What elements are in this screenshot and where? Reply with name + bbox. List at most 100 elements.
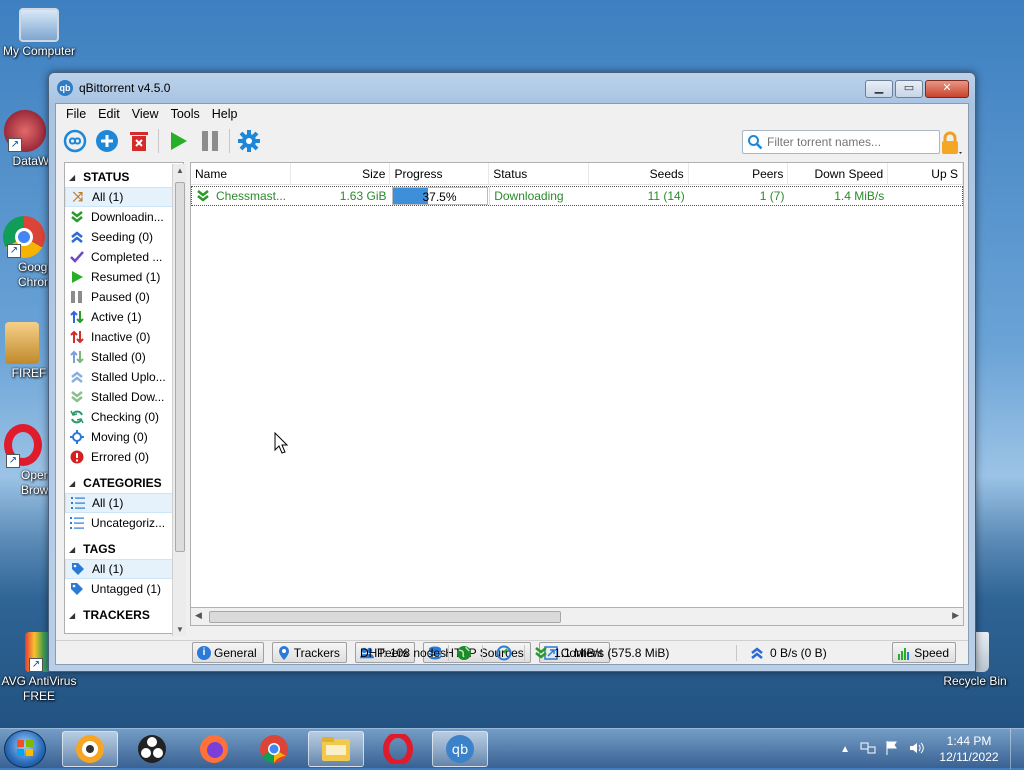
- menu-tools[interactable]: Tools: [165, 107, 206, 121]
- taskbar-app-opera[interactable]: [370, 731, 426, 767]
- tag-filter-all[interactable]: All (1): [65, 559, 183, 579]
- desktop-icon-firefox[interactable]: FIREF: [0, 322, 54, 381]
- filter-sidebar: ◢ STATUS ⤨ All (1) Downloadin... Seeding (…: [64, 162, 184, 634]
- desktop-icon-chrome[interactable]: ↗ Goog Chron: [0, 216, 54, 290]
- torrent-name: Chessmast...: [216, 189, 287, 203]
- status-filter-checking[interactable]: Checking (0): [65, 407, 183, 427]
- show-desktop-button[interactable]: [1010, 729, 1024, 769]
- scroll-right-arrow-icon[interactable]: ▶: [952, 610, 959, 621]
- start-button[interactable]: [4, 730, 46, 768]
- network-icon[interactable]: [860, 740, 876, 759]
- download-speed-text: 1.1 MiB/s (575.8 MiB): [554, 646, 670, 660]
- column-seeds[interactable]: Seeds: [589, 163, 689, 184]
- column-down-speed[interactable]: Down Speed: [788, 163, 889, 184]
- status-separator: [448, 645, 449, 661]
- datawatch-icon: ↗: [4, 110, 46, 152]
- status-filter-inactive[interactable]: Inactive (0): [65, 327, 183, 347]
- taskbar-app-aptoide[interactable]: [62, 731, 118, 767]
- volume-icon[interactable]: [908, 740, 924, 759]
- status-filter-label: Paused (0): [91, 290, 150, 304]
- menu-edit[interactable]: Edit: [92, 107, 126, 121]
- status-filter-seeding[interactable]: Seeding (0): [65, 227, 183, 247]
- status-filter-moving[interactable]: Moving (0): [65, 427, 183, 447]
- table-row[interactable]: Chessmast... 1.63 GiB 37.5% Downloading …: [191, 186, 963, 206]
- taskbar-app-firefox[interactable]: [186, 731, 242, 767]
- delete-torrent-button[interactable]: [126, 128, 152, 154]
- taskbar-app-explorer[interactable]: [308, 731, 364, 767]
- action-center-flag-icon[interactable]: [884, 740, 900, 759]
- tag-filter-untagged[interactable]: Untagged (1): [65, 579, 183, 599]
- connection-status-button[interactable]: [456, 645, 472, 661]
- menu-view[interactable]: View: [126, 107, 165, 121]
- menu-help[interactable]: Help: [206, 107, 244, 121]
- column-up-speed[interactable]: Up S: [888, 163, 963, 184]
- table-header: Name Size Progress Status Seeds Peers Do…: [191, 163, 963, 185]
- minimize-button[interactable]: ▁: [865, 80, 893, 98]
- opera-icon: ↗: [4, 424, 42, 468]
- tags-section-header[interactable]: ◢ TAGS: [65, 539, 183, 559]
- progress-text: 37.5%: [422, 190, 457, 204]
- shortcut-arrow-icon: ↗: [8, 138, 22, 152]
- add-torrent-link-button[interactable]: [62, 128, 88, 154]
- horizontal-scrollbar-thumb[interactable]: [209, 611, 561, 623]
- taskbar-app-obs[interactable]: [124, 731, 180, 767]
- torrent-name-cell: Chessmast...: [192, 187, 291, 205]
- category-filter-uncategorized[interactable]: Uncategoriz...: [65, 513, 183, 533]
- trackers-section-header[interactable]: ◢ TRACKERS: [65, 605, 183, 625]
- status-filter-label: Checking (0): [91, 410, 160, 424]
- status-filter-stalled[interactable]: Stalled (0): [65, 347, 183, 367]
- sidebar-scrollbar-thumb[interactable]: [175, 182, 185, 552]
- status-filter-label: All (1): [92, 190, 124, 204]
- category-filter-all[interactable]: All (1): [65, 493, 183, 513]
- speedometer-icon: [496, 645, 512, 661]
- status-filter-stalled-downloading[interactable]: Stalled Dow...: [65, 387, 183, 407]
- status-filter-paused[interactable]: Paused (0): [65, 287, 183, 307]
- options-button[interactable]: [236, 128, 262, 154]
- column-status[interactable]: Status: [489, 163, 589, 184]
- desktop-icon-my-computer[interactable]: My Computer: [0, 8, 78, 59]
- resumed-icon: [69, 269, 85, 285]
- lock-button[interactable]: [938, 130, 964, 159]
- column-name[interactable]: Name: [191, 163, 291, 184]
- column-peers[interactable]: Peers: [689, 163, 789, 184]
- status-filter-completed[interactable]: Completed ...: [65, 247, 183, 267]
- menu-file[interactable]: File: [60, 107, 92, 121]
- clock-time: 1:44 PM: [946, 734, 992, 748]
- aptoide-icon: [76, 735, 104, 763]
- status-filter-resumed[interactable]: Resumed (1): [65, 267, 183, 287]
- column-size[interactable]: Size: [291, 163, 391, 184]
- list-icon: [70, 495, 86, 511]
- mouse-cursor-icon: [274, 432, 288, 454]
- title-bar[interactable]: qb qBittorrent v4.5.0 ▁ ▭ ✕: [49, 73, 975, 103]
- status-section-header[interactable]: ◢ STATUS: [65, 167, 183, 187]
- add-torrent-file-button[interactable]: [94, 128, 120, 154]
- status-filter-active[interactable]: Active (1): [65, 307, 183, 327]
- pause-button[interactable]: [197, 128, 223, 154]
- scroll-left-arrow-icon[interactable]: ◀: [195, 610, 202, 621]
- alt-speed-limits-button[interactable]: [496, 645, 512, 661]
- taskbar-app-qbittorrent[interactable]: qb: [432, 731, 488, 767]
- status-filter-stalled-uploading[interactable]: Stalled Uplo...: [65, 367, 183, 387]
- close-button[interactable]: ✕: [925, 80, 969, 98]
- taskbar-app-chrome[interactable]: [246, 731, 302, 767]
- resume-button[interactable]: [165, 128, 191, 154]
- column-progress[interactable]: Progress: [390, 163, 490, 184]
- download-speed-status[interactable]: 1.1 MiB/s (575.8 MiB): [534, 646, 669, 660]
- clock[interactable]: 1:44 PM 12/11/2022: [934, 733, 1004, 765]
- maximize-button[interactable]: ▭: [895, 80, 923, 98]
- status-filter-errored[interactable]: Errored (0): [65, 447, 183, 467]
- table-horizontal-scrollbar[interactable]: ◀ ▶: [190, 608, 964, 626]
- filter-torrent-input[interactable]: [767, 135, 937, 149]
- scroll-up-arrow-icon[interactable]: ▲: [176, 166, 184, 175]
- upload-speed-status[interactable]: 0 B/s (0 B): [750, 646, 827, 660]
- scroll-down-arrow-icon[interactable]: ▼: [176, 625, 184, 634]
- categories-section-header[interactable]: ◢ CATEGORIES: [65, 473, 183, 493]
- obs-icon: [138, 735, 166, 763]
- categories-header-label: CATEGORIES: [83, 476, 162, 490]
- status-filter-all[interactable]: ⤨ All (1): [65, 187, 183, 207]
- status-filter-downloading[interactable]: Downloadin...: [65, 207, 183, 227]
- sidebar-scrollbar[interactable]: ▲ ▼: [172, 164, 186, 636]
- desktop-icon-opera[interactable]: ↗ Oper Brows: [0, 424, 54, 498]
- show-hidden-icons-button[interactable]: ▲: [840, 744, 850, 755]
- menu-bar: File Edit View Tools Help: [56, 104, 968, 124]
